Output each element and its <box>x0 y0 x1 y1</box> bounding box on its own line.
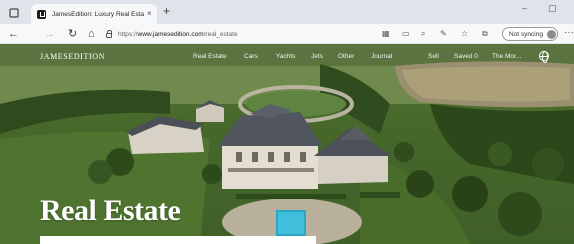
nav-the-more[interactable]: The Mor... <box>492 53 521 60</box>
nav-yachts[interactable]: Yachts <box>276 53 295 60</box>
profile-sync-button[interactable]: Not syncing <box>502 27 558 41</box>
app-available-icon[interactable]: ▦ <box>382 29 390 39</box>
site-favicon-icon <box>37 9 46 19</box>
forward-arrow-icon[interactable]: → <box>44 27 55 41</box>
tab-bar: JamesEdition: Luxury Real Estat × + – ▢ <box>0 0 574 24</box>
nav-real-estate[interactable]: Real Estate <box>193 53 227 60</box>
tab-actions-icon[interactable] <box>8 6 20 18</box>
browser-tab[interactable]: JamesEdition: Luxury Real Estat × <box>31 4 157 24</box>
globe-icon[interactable] <box>539 51 549 63</box>
home-icon[interactable]: ⌂ <box>88 27 95 41</box>
browser-toolbar: ← → ↻ ⌂ https://www.jamesedition.com/rea… <box>0 24 574 44</box>
nav-jets[interactable]: Jets <box>311 53 323 60</box>
web-page: JAMESEDITION Real Estate Cars Yachts Jet… <box>0 44 574 244</box>
maximize-button[interactable]: ▢ <box>548 4 557 13</box>
favorite-star-icon[interactable]: ☆ <box>461 29 468 39</box>
sync-status-label: Not syncing <box>509 30 543 38</box>
nav-cars[interactable]: Cars <box>244 53 258 60</box>
profile-avatar-icon <box>546 29 556 39</box>
nav-journal[interactable]: Journal <box>371 53 392 60</box>
nav-saved[interactable]: Saved 0 <box>454 53 478 60</box>
reader-view-icon[interactable]: ▭ <box>402 29 410 39</box>
address-bar[interactable]: https://www.jamesedition.com/real_estate <box>106 27 396 41</box>
nav-other[interactable]: Other <box>338 53 354 60</box>
more-menu-icon[interactable]: ··· <box>564 27 574 38</box>
nav-sell[interactable]: Sell <box>428 53 439 60</box>
site-logo[interactable]: JAMESEDITION <box>40 52 105 61</box>
collections-icon[interactable]: ⧉ <box>482 29 488 39</box>
reload-icon[interactable]: ↻ <box>68 27 77 41</box>
lock-icon <box>106 29 112 38</box>
back-arrow-icon[interactable]: ← <box>8 27 19 41</box>
zoom-icon[interactable]: ⌕ <box>421 29 425 39</box>
hero-title: Real Estate <box>40 194 181 227</box>
site-header: JAMESEDITION Real Estate Cars Yachts Jet… <box>0 44 574 66</box>
tab-title: JamesEdition: Luxury Real Estat <box>52 10 144 18</box>
minimize-button[interactable]: – <box>522 4 527 13</box>
url-text: https://www.jamesedition.com/real_estate <box>118 30 238 38</box>
extensions-icon[interactable]: ✎ <box>440 29 447 39</box>
new-tab-button[interactable]: + <box>163 5 170 17</box>
tab-close-icon[interactable]: × <box>147 10 152 18</box>
search-input[interactable] <box>40 236 316 244</box>
